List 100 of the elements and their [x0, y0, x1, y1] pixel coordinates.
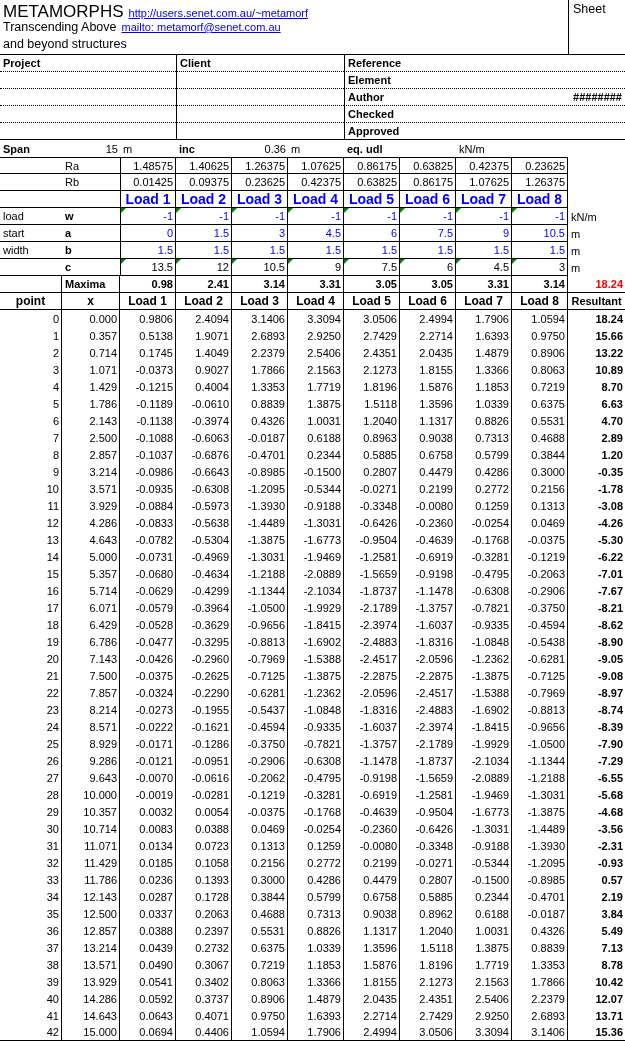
table-cell: 2.9250: [475, 1009, 509, 1022]
table-cell: -1.2188: [527, 771, 565, 784]
table-cell: 5.49: [601, 924, 623, 937]
table-cell: 1.3596: [363, 941, 397, 954]
unit-label: m: [291, 142, 301, 155]
table-cell: -0.1138: [136, 414, 173, 427]
table-cell: 16: [46, 584, 59, 597]
table-cell: 1.6393: [475, 329, 509, 342]
table-cell: 15.000: [83, 1026, 117, 1038]
table-cell: -2.4883: [359, 635, 397, 648]
table-cell: -0.1189: [136, 397, 173, 410]
table-cell: 0.2807: [363, 465, 397, 478]
table-cell: 0.9038: [363, 907, 397, 920]
table-cell: 0.2063: [195, 907, 229, 920]
table-cell: 1.4049: [195, 346, 229, 359]
table-cell: 8.70: [601, 380, 623, 393]
table-cell: 3.05: [375, 278, 397, 290]
table-cell: -0.5344: [303, 482, 341, 495]
table-cell: 0.9038: [419, 431, 453, 444]
table-cell: -1: [499, 210, 509, 222]
table-cell: 40: [46, 992, 59, 1005]
table-cell: 20: [46, 652, 59, 665]
table-cell: 11.429: [84, 856, 117, 869]
table-cell: -0.4795: [303, 771, 341, 784]
table-cell: 3.1406: [531, 1026, 565, 1038]
table-cell: -0.9656: [247, 618, 285, 631]
table-cell: -1.6773: [471, 805, 509, 818]
table-cell: 1: [52, 329, 59, 342]
table-cell: -0.6308: [303, 754, 341, 767]
table-cell: 0.8962: [419, 907, 453, 920]
table-cell: 2.5406: [475, 992, 509, 1005]
table-cell: 0.4326: [251, 414, 285, 427]
table-cell: -0.6063: [191, 431, 229, 444]
table-cell: 0.8906: [251, 992, 285, 1005]
field-label: Author: [348, 91, 385, 103]
table-cell: 1.26375: [525, 176, 565, 188]
table-cell: -0.0373: [135, 363, 173, 376]
table-cell: 3.05: [431, 278, 453, 290]
table-cell: -1.2581: [359, 550, 397, 563]
table-cell: 0.0469: [251, 822, 285, 835]
table-cell: -1.1344: [247, 584, 285, 597]
field-label: Checked: [348, 108, 394, 120]
field-value: 0.36: [264, 142, 286, 155]
table-cell: 0.8839: [251, 397, 285, 410]
table-cell: 2.7429: [419, 1009, 453, 1022]
field-label: Span: [3, 142, 30, 155]
table-cell: 1.0031: [307, 414, 341, 427]
table-cell: -0.4639: [415, 533, 453, 546]
table-cell: 1.3366: [475, 363, 509, 376]
table-cell: -0.0884: [135, 499, 173, 512]
table-cell: 0.2397: [195, 924, 229, 937]
table-cell: 1.4879: [475, 346, 509, 359]
table-cell: -1: [163, 210, 173, 222]
table-cell: 18.24: [595, 312, 623, 325]
table-cell: 0.8839: [531, 941, 565, 954]
table-cell: 26: [46, 754, 59, 767]
table-cell: 0.0134: [139, 839, 173, 852]
table-cell: 0.5531: [251, 924, 285, 937]
table-cell: 2.1563: [475, 975, 509, 988]
table-cell: -5.68: [597, 788, 623, 801]
table-cell: 0: [52, 312, 59, 325]
table-cell: 0.4688: [251, 907, 285, 920]
table-cell: -2.2875: [415, 669, 453, 682]
row-label: a: [65, 227, 72, 239]
table-cell: -0.4701: [527, 890, 565, 903]
website-link[interactable]: http://users.senet.com.au/~metamorf: [128, 7, 309, 19]
unit-label: m: [123, 142, 133, 155]
table-cell: -1.8737: [415, 754, 453, 767]
table-cell: -0.5344: [471, 856, 509, 869]
table-cell: -1.3757: [359, 737, 397, 750]
table-cell: 0.63825: [357, 176, 397, 188]
table-cell: -1.9929: [471, 737, 509, 750]
table-cell: -2.3974: [359, 618, 397, 631]
table-cell: 3: [52, 363, 59, 376]
row-label: b: [65, 244, 72, 256]
table-cell: 3.929: [89, 499, 117, 512]
table-cell: -1.2581: [415, 788, 453, 801]
column-header: Load 4: [296, 294, 335, 308]
table-cell: 0.0388: [195, 822, 229, 835]
table-cell: 4.286: [89, 516, 117, 529]
table-cell: 6.63: [601, 397, 623, 410]
table-cell: -0.2906: [247, 754, 285, 767]
table-cell: 9: [52, 465, 59, 478]
table-cell: -8.39: [597, 720, 623, 733]
table-cell: 0.357: [89, 329, 117, 342]
table-cell: 4.5: [493, 261, 509, 273]
table-cell: -7.90: [597, 737, 623, 750]
table-cell: -0.0731: [135, 550, 173, 563]
table-cell: 0.0723: [195, 839, 229, 852]
table-cell: 2.1273: [419, 975, 453, 988]
email-link[interactable]: mailto: metamorf@senet.com.au: [121, 21, 281, 33]
table-cell: 10.89: [595, 363, 623, 376]
table-cell: 1.3875: [307, 397, 341, 410]
table-cell: 0.0287: [139, 890, 173, 903]
table-cell: -0.0833: [135, 516, 173, 529]
table-cell: -1.3875: [303, 669, 341, 682]
table-cell: -0.4701: [247, 448, 285, 461]
table-cell: 33: [46, 873, 59, 886]
table-cell: 0.6758: [363, 890, 397, 903]
table-cell: 0.5799: [307, 890, 341, 903]
